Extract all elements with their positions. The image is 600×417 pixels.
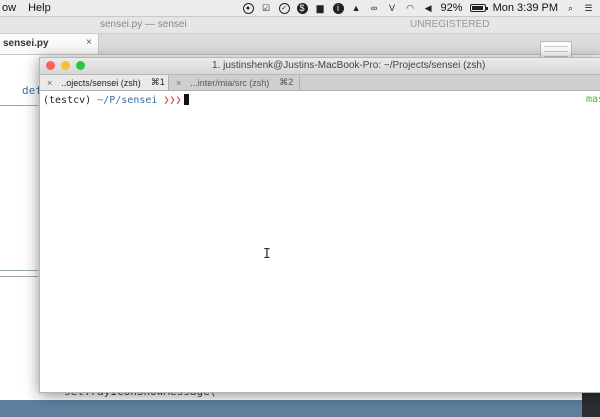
tab-close-icon[interactable]: ×	[47, 78, 52, 88]
sublime-title: sensei.py — sensei	[100, 19, 187, 30]
zoom-button[interactable]	[76, 61, 85, 70]
menu-help[interactable]: Help	[28, 2, 51, 14]
sublime-titlebar: sensei.py — sensei UNREGISTERED	[0, 17, 600, 34]
battery-level	[471, 6, 483, 10]
menubar-status: ● ☑ ✓ $ ▆ i ▲ ∞ V ◠ ◀ 92% Mon 3:39 PM ⌕ …	[242, 0, 594, 16]
wifi-icon[interactable]: ◠	[405, 3, 416, 14]
code-divider	[0, 270, 38, 271]
terminal-window: 1. justinshenk@Justins-MacBook-Pro: ~/Pr…	[39, 57, 600, 393]
prompt-env: (testcv)	[43, 95, 92, 106]
battery-percent[interactable]: 92%	[441, 2, 463, 14]
window-controls	[46, 61, 85, 70]
shell-prompt: (testcv) ~/P/sensei ❯❯❯	[43, 94, 189, 106]
checkbox-icon[interactable]: ☑	[261, 3, 272, 14]
code-divider	[0, 105, 38, 106]
sublime-tab[interactable]: sensei.py ×	[0, 34, 99, 54]
text-cursor	[183, 94, 189, 105]
vim-icon[interactable]: V	[387, 3, 398, 14]
right-prompt: mas	[586, 94, 600, 105]
unregistered-label: UNREGISTERED	[410, 19, 490, 30]
list-icon[interactable]: ☰	[583, 3, 594, 14]
terminal-titlebar[interactable]: 1. justinshenk@Justins-MacBook-Pro: ~/Pr…	[40, 58, 600, 75]
sublime-tab-label: sensei.py	[3, 38, 49, 49]
tab-shortcut: ⌘2	[279, 77, 294, 87]
sublime-tabbar: sensei.py × ×	[0, 34, 600, 65]
info-icon[interactable]: i	[332, 2, 344, 14]
terminal-tabbar: × ..ojects/sensei (zsh) ⌘1 × ...inter/mi…	[40, 75, 600, 91]
menu-window[interactable]: ow	[2, 2, 16, 14]
record-icon[interactable]: ●	[242, 2, 254, 14]
menubar-menus: ow Help	[0, 2, 51, 14]
close-button[interactable]	[46, 61, 55, 70]
battery-icon[interactable]	[469, 4, 488, 12]
docker-icon[interactable]: ▆	[315, 3, 326, 14]
terminal-tab-2[interactable]: × ...inter/mia/src (zsh) ⌘2	[169, 75, 300, 90]
terminal-tab-1[interactable]: × ..ojects/sensei (zsh) ⌘1	[40, 75, 169, 90]
hat-icon[interactable]: ▲	[351, 3, 362, 14]
tab-label: ..ojects/sensei (zsh)	[61, 77, 141, 88]
terminal-content[interactable]: (testcv) ~/P/sensei ❯❯❯ mas	[40, 91, 600, 391]
ibeam-cursor-icon: I	[263, 247, 271, 262]
minimize-button[interactable]	[61, 61, 70, 70]
terminal-title: 1. justinshenk@Justins-MacBook-Pro: ~/Pr…	[212, 60, 486, 71]
menubar: ow Help ● ☑ ✓ $ ▆ i ▲ ∞ V ◠ ◀ 92% Mon 3:…	[0, 0, 600, 17]
prompt-path: ~/P/sensei	[97, 95, 158, 106]
check-circle-icon[interactable]: ✓	[278, 2, 290, 14]
sublime-tab-close-icon[interactable]: ×	[86, 37, 92, 48]
volume-icon[interactable]: ◀	[423, 3, 434, 14]
glasses-icon[interactable]: ∞	[369, 3, 380, 14]
clock[interactable]: Mon 3:39 PM	[493, 2, 558, 14]
prompt-arrows: ❯❯❯	[163, 95, 182, 106]
tab-shortcut: ⌘1	[150, 77, 165, 87]
tab-close-icon[interactable]: ×	[176, 78, 181, 88]
dollar-icon[interactable]: $	[296, 2, 308, 14]
tab-label: ...inter/mia/src (zsh)	[190, 77, 270, 88]
search-icon[interactable]: ⌕	[565, 3, 576, 14]
code-divider	[0, 276, 38, 277]
